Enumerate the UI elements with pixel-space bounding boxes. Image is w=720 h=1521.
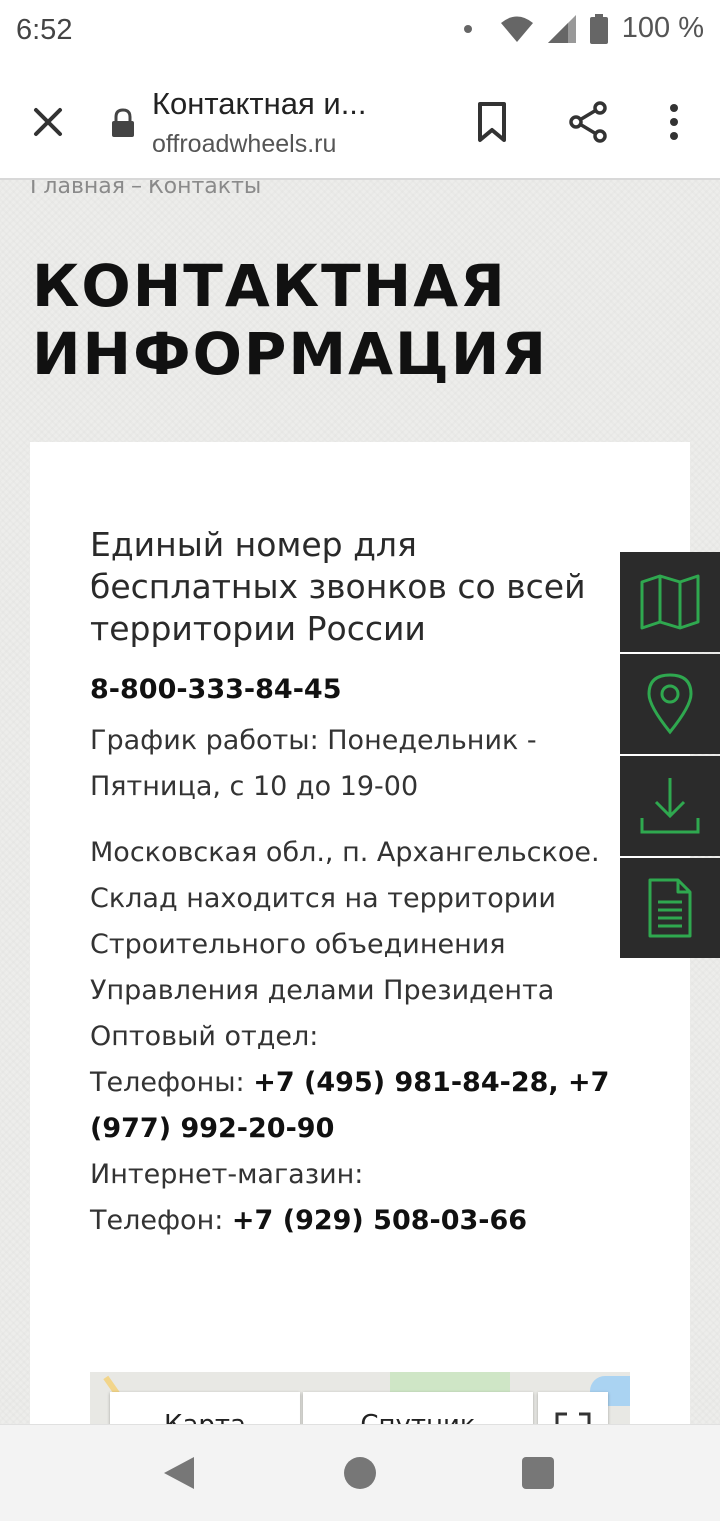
address-line: Московская обл., п. Архангельское. <box>90 837 600 868</box>
map-type-satellite-button[interactable]: Спутник <box>303 1392 533 1424</box>
battery-percent: 100 % <box>621 12 704 44</box>
browser-toolbar: Контактная и... offroadwheels.ru <box>0 68 720 180</box>
battery-icon <box>589 13 608 44</box>
free-call-heading: Единый номер для бесплатных звонков со в… <box>90 525 586 648</box>
shop-phone-row: Телефон: +7 (929) 508-03-66 <box>90 1198 650 1244</box>
shop-phone-label: Телефон: <box>90 1205 232 1236</box>
location-pin-icon <box>647 673 693 735</box>
shop-label: Интернет-магазин: <box>90 1159 364 1190</box>
share-icon[interactable] <box>566 98 610 146</box>
download-icon <box>640 778 700 834</box>
side-download-button[interactable] <box>620 756 720 856</box>
tab-title[interactable]: Контактная и... <box>152 86 367 122</box>
contact-card: Единый номер для бесплатных звонков со в… <box>30 442 690 1424</box>
side-action-panel <box>620 552 720 960</box>
fullscreen-icon <box>555 1412 591 1424</box>
shop-phone-link[interactable]: +7 (929) 508-03-66 <box>232 1205 527 1236</box>
back-icon[interactable] <box>162 1455 196 1491</box>
lock-icon <box>112 108 134 137</box>
side-map-button[interactable] <box>620 552 720 652</box>
address-line: Строительного объединения <box>90 929 506 960</box>
status-time: 6:52 <box>16 14 73 46</box>
wholesale-phones-row: Телефоны: +7 (495) 981-84-28, +7 (977) 9… <box>90 1060 650 1152</box>
side-location-button[interactable] <box>620 654 720 754</box>
recent-apps-icon[interactable] <box>522 1457 554 1489</box>
map-type-map-button[interactable]: Карта <box>110 1392 300 1424</box>
wholesale-phones-label: Телефоны: <box>90 1067 254 1098</box>
work-schedule: График работы: Понедельник - Пятница, с … <box>90 725 537 802</box>
close-icon[interactable] <box>24 98 72 146</box>
page-content: Главная – Контакты КОНТАКТНАЯ ИНФОРМАЦИЯ Е… <box>0 180 720 1424</box>
url-text[interactable]: offroadwheels.ru <box>152 130 336 159</box>
breadcrumb: Главная – Контакты <box>30 180 261 199</box>
map-widget[interactable]: Карта Спутник <box>90 1372 630 1424</box>
address-line: Управления делами Президента <box>90 975 555 1006</box>
map-icon <box>640 574 700 630</box>
fullscreen-button[interactable] <box>538 1392 608 1424</box>
system-nav-bar <box>0 1424 720 1521</box>
home-icon[interactable] <box>344 1457 376 1489</box>
status-icons: 100 % <box>463 12 704 45</box>
main-phone-link[interactable]: 8-800-333-84-45 <box>90 674 341 705</box>
page-title: КОНТАКТНАЯ ИНФОРМАЦИЯ <box>32 252 549 388</box>
more-menu-icon[interactable] <box>660 98 688 146</box>
wifi-icon <box>500 16 533 42</box>
address-line: Склад находится на территории <box>90 883 556 914</box>
document-icon <box>648 878 692 938</box>
side-document-button[interactable] <box>620 858 720 958</box>
breadcrumb-separator: – <box>131 180 143 199</box>
bookmark-icon[interactable] <box>470 98 514 146</box>
breadcrumb-home[interactable]: Главная <box>30 180 125 199</box>
wholesale-label: Оптовый отдел: <box>90 1021 319 1052</box>
notification-dot-icon <box>463 24 472 33</box>
signal-icon <box>547 14 576 43</box>
breadcrumb-current: Контакты <box>148 180 262 199</box>
status-bar: 6:52 100 % <box>0 0 720 68</box>
address-block: Московская обл., п. Архангельское. Склад… <box>90 830 650 1244</box>
